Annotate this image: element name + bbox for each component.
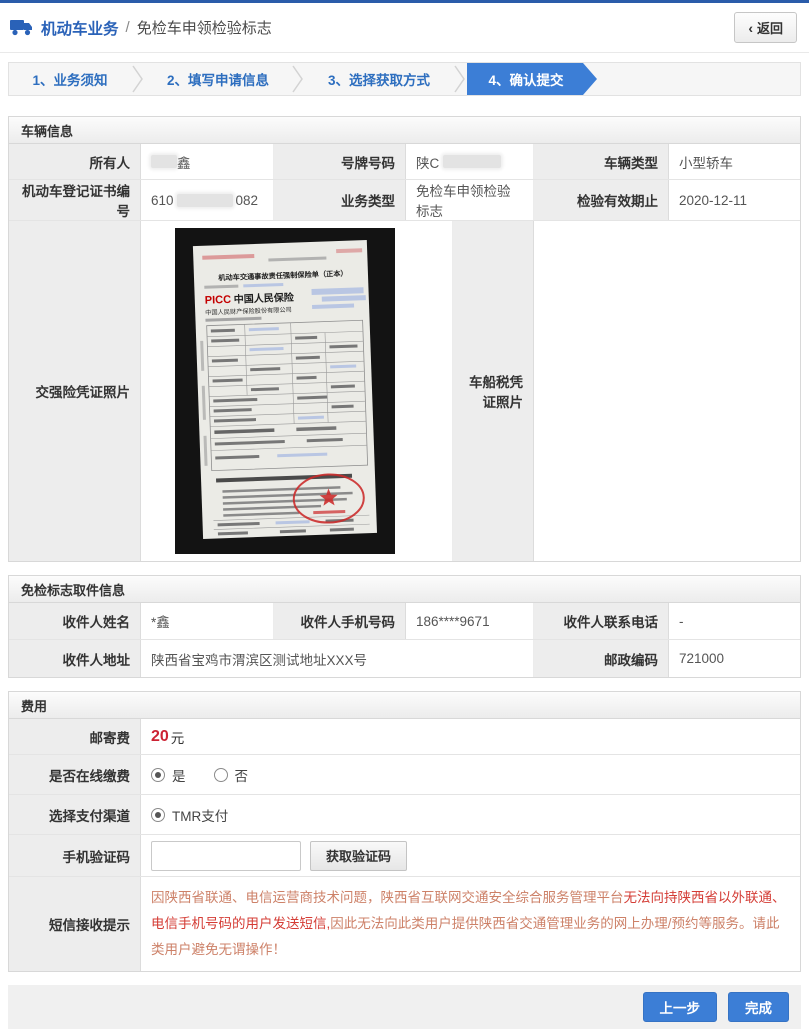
owner-value: 鑫 (141, 144, 274, 179)
insurance-photo: 机动车交通事故责任强制保险单（正本） PICC 中国人民保险 中国人民财产保险股… (175, 228, 395, 554)
pickup-info-section: 免检标志取件信息 收件人姓名 *鑫 收件人手机号码 186****9671 收件… (8, 575, 801, 678)
table-row: 收件人姓名 *鑫 收件人手机号码 186****9671 收件人联系电话 - (9, 603, 800, 640)
photo-row: 交强险凭证照片 机动车交通事故责任强制保险单（正本） PICC 中国人民保险 中… (9, 221, 800, 561)
tax-photo-label: 车船税凭证照片 (453, 221, 534, 561)
pay-channel-label: 选择支付渠道 (9, 795, 141, 834)
chevron-right-icon (131, 63, 145, 95)
postage-row: 邮寄费 20 元 (9, 719, 800, 755)
postage-unit: 元 (170, 730, 185, 746)
postage-amount: 20 (151, 727, 169, 745)
chevron-right-icon (453, 63, 467, 95)
biz-type-value: 免检车申领检验标志 (406, 180, 534, 220)
chevron-left-icon: ‹ (748, 19, 753, 36)
tax-photo-cell-empty (534, 221, 798, 561)
cert-number-value: 610 082 (141, 180, 274, 220)
vehicle-type-label: 车辆类型 (534, 144, 669, 179)
chevron-right-icon (291, 63, 305, 95)
fee-section-title: 费用 (9, 692, 800, 719)
valid-until-value: 2020-12-11 (669, 180, 798, 220)
recipient-phone-value: - (669, 603, 798, 639)
owner-label: 所有人 (9, 144, 141, 179)
finish-button[interactable]: 完成 (728, 992, 789, 1022)
breadcrumb-separator: / (125, 19, 130, 36)
table-row: 所有人 鑫 号牌号码 陕C 车辆类型 小型轿车 (9, 144, 800, 180)
online-pay-yes-radio[interactable] (151, 767, 165, 782)
recipient-phone-label: 收件人联系电话 (534, 603, 669, 639)
masked-text (151, 155, 177, 168)
prev-step-button[interactable]: 上一步 (642, 992, 717, 1022)
online-pay-yes-label: 是 (172, 768, 186, 784)
vehicle-info-section: 车辆信息 所有人 鑫 号牌号码 陕C 车辆类型 小型轿车 机动车登记证书编号 6… (8, 116, 801, 562)
masked-text (443, 155, 502, 168)
online-pay-options: 是 否 (141, 755, 798, 794)
pay-channel-tmr-radio[interactable] (151, 807, 165, 822)
online-pay-row: 是否在线缴费 是 否 (9, 755, 800, 795)
back-button-label: 返回 (756, 21, 783, 36)
recipient-name-label: 收件人姓名 (9, 603, 141, 639)
sms-code-label: 手机验证码 (9, 835, 141, 876)
plate-value: 陕C (406, 144, 534, 179)
sms-tip-text: 因陕西省联通、电信运营商技术问题，陕西省互联网交通安全综合服务管理平台无法向持陕… (141, 877, 798, 971)
back-button[interactable]: ‹ 返回 (734, 12, 797, 43)
masked-text (176, 193, 233, 207)
recipient-address-label: 收件人地址 (9, 640, 141, 677)
breadcrumb-secondary: 免检车申领检验标志 (136, 20, 272, 37)
online-pay-no-label: 否 (234, 768, 249, 784)
step-1-notice[interactable]: 1、业务须知 (9, 63, 131, 95)
step-2-fill-info[interactable]: 2、填写申请信息 (145, 63, 291, 95)
page-header: 机动车业务 / 免检车申领检验标志 ‹ 返回 (0, 3, 809, 53)
pay-channel-tmr-label: TMR支付 (172, 808, 229, 824)
recipient-mobile-value: 186****9671 (406, 603, 534, 639)
step-wizard-bar: 1、业务须知 2、填写申请信息 3、选择获取方式 4、确认提交 (8, 62, 801, 96)
postage-value: 20 元 (141, 719, 798, 754)
vehicle-section-title: 车辆信息 (9, 117, 800, 144)
valid-until-label: 检验有效期止 (534, 180, 669, 220)
insurance-photo-label: 交强险凭证照片 (9, 221, 141, 561)
cert-number-label: 机动车登记证书编号 (9, 180, 141, 220)
recipient-address-value: 陕西省宝鸡市渭滨区测试地址XXX号 (141, 640, 534, 677)
recipient-name-value: *鑫 (141, 603, 274, 639)
pay-channel-row: 选择支付渠道 TMR支付 (9, 795, 800, 835)
sms-code-row: 手机验证码 获取验证码 (9, 835, 800, 877)
table-row: 机动车登记证书编号 610 082 业务类型 免检车申领检验标志 检验有效期止 … (9, 180, 800, 221)
sms-code-input[interactable] (151, 840, 301, 871)
recipient-mobile-label: 收件人手机号码 (274, 603, 406, 639)
step-3-pickup-method[interactable]: 3、选择获取方式 (305, 63, 453, 95)
online-pay-label: 是否在线缴费 (9, 755, 141, 794)
sms-tip-row: 短信接收提示 因陕西省联通、电信运营商技术问题，陕西省互联网交通安全综合服务管理… (9, 877, 800, 971)
svg-text:PICC: PICC (205, 294, 232, 307)
truck-icon (10, 20, 32, 36)
vehicle-type-value: 小型轿车 (669, 144, 798, 179)
pay-channel-options: TMR支付 (141, 795, 798, 834)
table-row: 收件人地址 陕西省宝鸡市渭滨区测试地址XXX号 邮政编码 721000 (9, 640, 800, 677)
biz-type-label: 业务类型 (274, 180, 406, 220)
insurance-photo-cell: 机动车交通事故责任强制保险单（正本） PICC 中国人民保险 中国人民财产保险股… (141, 221, 453, 561)
footer-action-bar: 上一步 完成 (8, 985, 801, 1029)
sms-tip-label: 短信接收提示 (9, 877, 141, 971)
postage-label: 邮寄费 (9, 719, 141, 754)
get-code-button[interactable]: 获取验证码 (310, 840, 408, 871)
online-pay-no-radio[interactable] (213, 767, 228, 782)
pickup-section-title: 免检标志取件信息 (9, 576, 800, 603)
postcode-label: 邮政编码 (534, 640, 669, 677)
step-4-confirm-submit: 4、确认提交 (467, 63, 597, 95)
page-title: 机动车业务 / 免检车申领检验标志 (10, 17, 272, 39)
fee-section: 费用 邮寄费 20 元 是否在线缴费 是 否 选择支付渠道 TMR支付 手机验证… (8, 691, 801, 972)
plate-label: 号牌号码 (274, 144, 406, 179)
postcode-value: 721000 (669, 640, 798, 677)
sms-code-field: 获取验证码 (141, 835, 798, 876)
breadcrumb-primary: 机动车业务 (41, 20, 119, 38)
